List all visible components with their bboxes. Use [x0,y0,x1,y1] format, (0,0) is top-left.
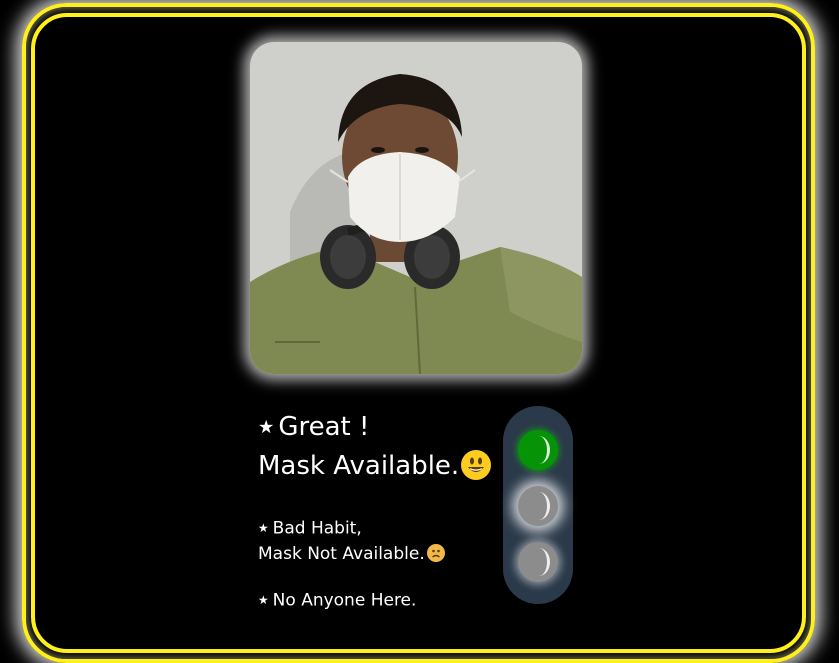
light-reflection-icon [528,436,550,464]
camera-feed [250,42,582,374]
traffic-light-indicator [503,406,573,604]
worried-face-icon [426,544,445,563]
star-bullet-icon: ★ [258,520,269,535]
status-no-one-here: ★ No Anyone Here. [258,587,508,613]
light-reflection-icon [528,548,550,576]
status-bad-line1: ★ Bad Habit, [258,518,362,539]
status-great-line1: ★ Great ! [258,412,370,442]
status-none-line: ★ No Anyone Here. [258,590,417,611]
bottom-light [518,542,558,582]
star-bullet-icon: ★ [258,416,275,438]
middle-light [518,486,558,526]
status-great-line2: Mask Available. [258,447,508,485]
status-bad-line2: Mask Not Available. [258,541,508,567]
status-mask-available: ★ Great ! Mask Available. [258,408,508,485]
grinning-face-icon [461,449,492,480]
light-reflection-icon [528,492,550,520]
status-mask-not-available: ★ Bad Habit, Mask Not Available. [258,515,508,567]
status-messages: ★ Great ! Mask Available. ★ Bad Habit, Mas… [258,408,508,614]
green-light [518,430,558,470]
camera-feed-image [250,42,582,374]
star-bullet-icon: ★ [258,593,269,608]
